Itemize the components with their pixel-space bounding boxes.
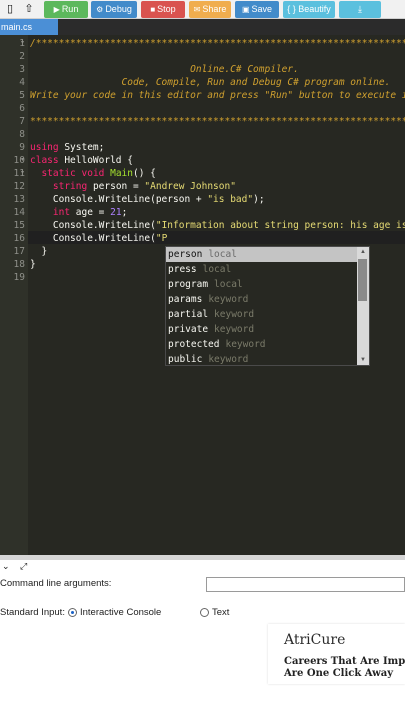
share-icon: ✉ xyxy=(193,5,201,14)
code-line: /***************************************… xyxy=(30,38,405,49)
share-button[interactable]: ✉ Share xyxy=(189,1,231,18)
autocomplete-item[interactable]: press local xyxy=(166,262,358,277)
autocomplete-item[interactable]: public keyword xyxy=(166,352,358,365)
panel-toolbar: ⌄ ⤢ xyxy=(0,560,405,572)
line-number: 7 xyxy=(19,116,25,127)
scrollbar-thumb[interactable] xyxy=(358,259,367,301)
code-line: int age = 21; xyxy=(52,207,128,218)
line-number: 16 xyxy=(13,233,25,244)
interactive-console-radio[interactable] xyxy=(68,608,77,617)
debug-icon: ⚙ xyxy=(96,5,104,14)
run-button[interactable]: ▶ Run xyxy=(44,1,88,18)
collapse-icon[interactable]: ⌄ xyxy=(2,560,10,572)
code-line: Console.WriteLine("Information about str… xyxy=(52,220,405,231)
code-line: class HelloWorld { xyxy=(30,155,133,166)
code-line: Code, Compile, Run and Debug C# program … xyxy=(30,77,391,88)
scroll-up-icon[interactable]: ▲ xyxy=(357,247,369,257)
line-number: 12 xyxy=(13,181,25,192)
autocomplete-item[interactable]: private keyword xyxy=(166,322,358,337)
line-number: 2 xyxy=(19,51,25,62)
autocomplete-item[interactable]: person local xyxy=(166,247,358,262)
line-number: 9 xyxy=(19,142,25,153)
text-radio[interactable] xyxy=(200,608,209,617)
line-number: 17 xyxy=(13,246,25,257)
code-line: Console.WriteLine(person + "is bad"); xyxy=(52,194,265,205)
code-line: Console.WriteLine("P xyxy=(52,233,168,244)
fold-arrow-icon[interactable]: ▾ xyxy=(21,154,28,167)
toolbar: ▯ ⇧ ▶ Run ⚙ Debug ■ Stop ✉ Share ▣ Save { } B… xyxy=(0,0,405,19)
code-editor[interactable]: 1 2 3 4 5 6 7 8 9 10 11 12 13 14 15 16 1… xyxy=(0,35,405,555)
file-icon[interactable]: ▯ xyxy=(3,2,17,17)
line-number: 3 xyxy=(19,64,25,75)
line-number: 15 xyxy=(13,220,25,231)
autocomplete-item[interactable]: protected keyword xyxy=(166,337,358,352)
online-compiler-screen: ▯ ⇧ ▶ Run ⚙ Debug ■ Stop ✉ Share ▣ Save { } B… xyxy=(0,0,405,720)
beautify-button[interactable]: { } Beautify xyxy=(283,1,335,18)
autocomplete-popup: person local press local program local para… xyxy=(165,246,370,366)
autocomplete-item[interactable]: params keyword xyxy=(166,292,358,307)
code-line: Online C# Compiler. xyxy=(30,64,299,75)
ad-banner[interactable]: AtriCure Careers That Are Impactful Are … xyxy=(268,624,405,684)
stop-button[interactable]: ■ Stop xyxy=(141,1,185,18)
line-number: 4 xyxy=(19,77,25,88)
line-number: 6 xyxy=(19,103,25,114)
debug-button[interactable]: ⚙ Debug xyxy=(91,1,137,18)
download-icon: ⤓ xyxy=(358,4,362,14)
stop-icon: ■ xyxy=(150,5,156,14)
expand-icon[interactable]: ⤢ xyxy=(20,560,27,572)
standard-input-label: Standard Input: xyxy=(0,607,65,618)
file-tab-strip: main.cs xyxy=(0,19,405,35)
command-line-label: Command line arguments: xyxy=(0,578,112,589)
line-number: 14 xyxy=(13,207,25,218)
line-number: 13 xyxy=(13,194,25,205)
code-line: Write your code in this editor and press… xyxy=(30,90,405,101)
autocomplete-item[interactable]: program local xyxy=(166,277,358,292)
line-number: 18 xyxy=(13,259,25,270)
autocomplete-item[interactable]: partial keyword xyxy=(166,307,358,322)
interactive-console-label: Interactive Console xyxy=(80,607,162,618)
line-number: 19 xyxy=(13,272,25,283)
play-icon: ▶ xyxy=(53,5,60,14)
tab-main-cs[interactable]: main.cs xyxy=(0,19,58,35)
command-line-args-input[interactable] xyxy=(206,577,405,592)
autocomplete-scrollbar[interactable]: ▲ ▼ xyxy=(357,247,369,365)
download-button[interactable]: ⤓ xyxy=(339,1,381,18)
code-line: ****************************************… xyxy=(30,116,405,127)
code-line: string person = "Andrew Johnson" xyxy=(52,181,236,192)
upload-icon[interactable]: ⇧ xyxy=(22,2,36,17)
code-line: static void Main() { xyxy=(41,168,156,179)
save-icon: ▣ xyxy=(241,5,250,14)
fold-arrow-icon[interactable]: ▾ xyxy=(21,37,28,50)
ad-logo: AtriCure xyxy=(284,632,346,648)
save-button[interactable]: ▣ Save xyxy=(235,1,279,18)
code-line: using System; xyxy=(30,142,105,153)
line-number: 8 xyxy=(19,129,25,140)
line-number: 5 xyxy=(19,90,25,101)
ad-text: Careers That Are Impactful Are One Click… xyxy=(284,656,405,679)
scroll-down-icon[interactable]: ▼ xyxy=(357,355,369,365)
text-radio-label: Text xyxy=(212,607,230,618)
fold-arrow-icon[interactable]: ▾ xyxy=(21,167,28,180)
